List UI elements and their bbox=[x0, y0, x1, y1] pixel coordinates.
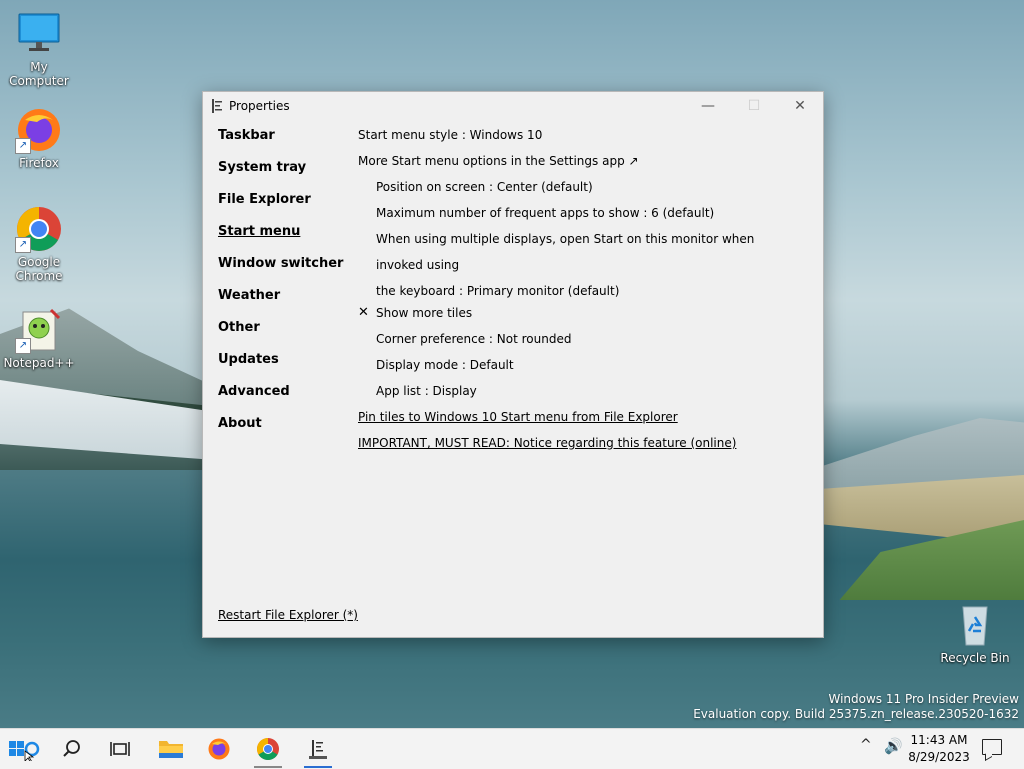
windows-logo-icon bbox=[9, 741, 40, 761]
position-on-screen-option[interactable]: Position on screen : Center (default) bbox=[358, 178, 803, 204]
firefox-icon: ↗ bbox=[15, 106, 63, 154]
taskbar-file-explorer[interactable] bbox=[151, 729, 191, 769]
window-title: Properties bbox=[229, 99, 290, 113]
multi-display-line-2: the keyboard : Primary monitor (default) bbox=[376, 284, 620, 298]
maximize-button[interactable]: ☐ bbox=[731, 92, 777, 120]
taskbar-firefox[interactable] bbox=[199, 729, 239, 769]
desktop-icon-label: Notepad++ bbox=[3, 356, 75, 370]
desktop-icon-label: Firefox bbox=[19, 156, 59, 170]
close-button[interactable]: ✕ bbox=[777, 92, 823, 120]
restart-file-explorer-link[interactable]: Restart File Explorer (*) bbox=[218, 608, 358, 622]
nav-item-file-explorer[interactable]: File Explorer bbox=[218, 192, 343, 224]
watermark-build: Evaluation copy. Build 25375.zn_release.… bbox=[693, 707, 1019, 721]
nav-item-advanced[interactable]: Advanced bbox=[218, 384, 343, 416]
nav-item-other[interactable]: Other bbox=[218, 320, 343, 352]
watermark-edition: Windows 11 Pro Insider Preview bbox=[828, 692, 1019, 706]
desktop-icon-my-computer[interactable]: My Computer bbox=[0, 10, 78, 88]
task-view-icon bbox=[110, 742, 130, 756]
desktop-icon-recycle-bin[interactable]: Recycle Bin bbox=[936, 601, 1014, 665]
shortcut-arrow-icon: ↗ bbox=[15, 237, 31, 253]
wallpaper-hill-right bbox=[804, 418, 1024, 490]
nav-item-start-menu[interactable]: Start menu bbox=[218, 224, 343, 256]
shortcut-arrow-icon: ↗ bbox=[15, 338, 31, 354]
clock-date: 8/29/2023 bbox=[908, 750, 970, 764]
firefox-icon bbox=[208, 738, 230, 760]
desktop-icon-label: My Computer bbox=[9, 60, 69, 88]
task-view-button[interactable] bbox=[100, 729, 140, 769]
start-menu-style-option[interactable]: Start menu style : Windows 10 bbox=[358, 126, 803, 152]
taskbar-clock[interactable]: 11:43 AM 8/29/2023 bbox=[906, 732, 972, 766]
nav-item-system-tray[interactable]: System tray bbox=[218, 160, 343, 192]
taskbar: ^ 🔊 11:43 AM 8/29/2023 bbox=[0, 728, 1024, 769]
desktop-icon-notepad-plus-plus[interactable]: ↗ Notepad++ bbox=[0, 306, 78, 370]
desktop-icon-firefox[interactable]: ↗ Firefox bbox=[0, 106, 78, 170]
start-menu-settings: Start menu style : Windows 10 More Start… bbox=[358, 126, 803, 460]
pin-tiles-link[interactable]: Pin tiles to Windows 10 Start menu from … bbox=[358, 408, 803, 434]
folder-icon bbox=[159, 741, 183, 758]
show-more-tiles-checkbox[interactable]: ✕ Show more tiles bbox=[358, 304, 803, 330]
nav-item-about[interactable]: About bbox=[218, 416, 343, 448]
volume-icon[interactable]: 🔊 bbox=[884, 737, 903, 755]
important-notice-link[interactable]: IMPORTANT, MUST READ: Notice regarding t… bbox=[358, 434, 803, 460]
multi-display-option[interactable]: When using multiple displays, open Start… bbox=[358, 226, 803, 304]
taskbar-chrome[interactable] bbox=[248, 729, 288, 769]
desktop-icon-label: Google Chrome bbox=[15, 255, 63, 283]
chrome-icon bbox=[257, 738, 279, 760]
checkmark-x-icon: ✕ bbox=[358, 305, 369, 320]
tray-overflow-chevron-icon[interactable]: ^ bbox=[860, 737, 872, 753]
chrome-icon: ↗ bbox=[15, 205, 63, 253]
properties-app-icon bbox=[212, 99, 223, 113]
nav-item-updates[interactable]: Updates bbox=[218, 352, 343, 384]
notepad-plus-plus-icon: ↗ bbox=[15, 306, 63, 354]
clock-time: 11:43 AM bbox=[910, 733, 968, 747]
nav-item-weather[interactable]: Weather bbox=[218, 288, 343, 320]
minimize-button[interactable]: — bbox=[685, 92, 731, 120]
settings-nav: Taskbar System tray File Explorer Start … bbox=[218, 128, 343, 448]
shortcut-arrow-icon: ↗ bbox=[15, 138, 31, 154]
more-start-options-link[interactable]: More Start menu options in the Settings … bbox=[358, 152, 803, 178]
window-titlebar[interactable]: Properties — ☐ ✕ bbox=[203, 92, 823, 120]
windows-watermark: Windows 11 Pro Insider Preview Evaluatio… bbox=[693, 692, 1019, 722]
show-more-tiles-label: Show more tiles bbox=[376, 306, 473, 320]
taskbar-properties[interactable] bbox=[298, 729, 338, 769]
nav-item-taskbar[interactable]: Taskbar bbox=[218, 128, 343, 160]
notification-center-icon[interactable] bbox=[982, 739, 1002, 755]
nav-item-window-switcher[interactable]: Window switcher bbox=[218, 256, 343, 288]
multi-display-line-1: When using multiple displays, open Start… bbox=[376, 232, 755, 272]
properties-app-icon bbox=[309, 740, 327, 759]
app-list-option[interactable]: App list : Display bbox=[358, 382, 803, 408]
search-icon bbox=[63, 740, 80, 757]
recycle-bin-icon bbox=[951, 601, 999, 649]
monitor-icon bbox=[15, 10, 63, 58]
desktop-icon-google-chrome[interactable]: ↗ Google Chrome bbox=[0, 205, 78, 283]
start-button[interactable] bbox=[4, 729, 44, 769]
search-button[interactable] bbox=[52, 729, 92, 769]
corner-preference-option[interactable]: Corner preference : Not rounded bbox=[358, 330, 803, 356]
properties-window[interactable]: Properties — ☐ ✕ Taskbar System tray Fil… bbox=[202, 91, 824, 638]
desktop-icon-label: Recycle Bin bbox=[940, 651, 1010, 665]
display-mode-option[interactable]: Display mode : Default bbox=[358, 356, 803, 382]
